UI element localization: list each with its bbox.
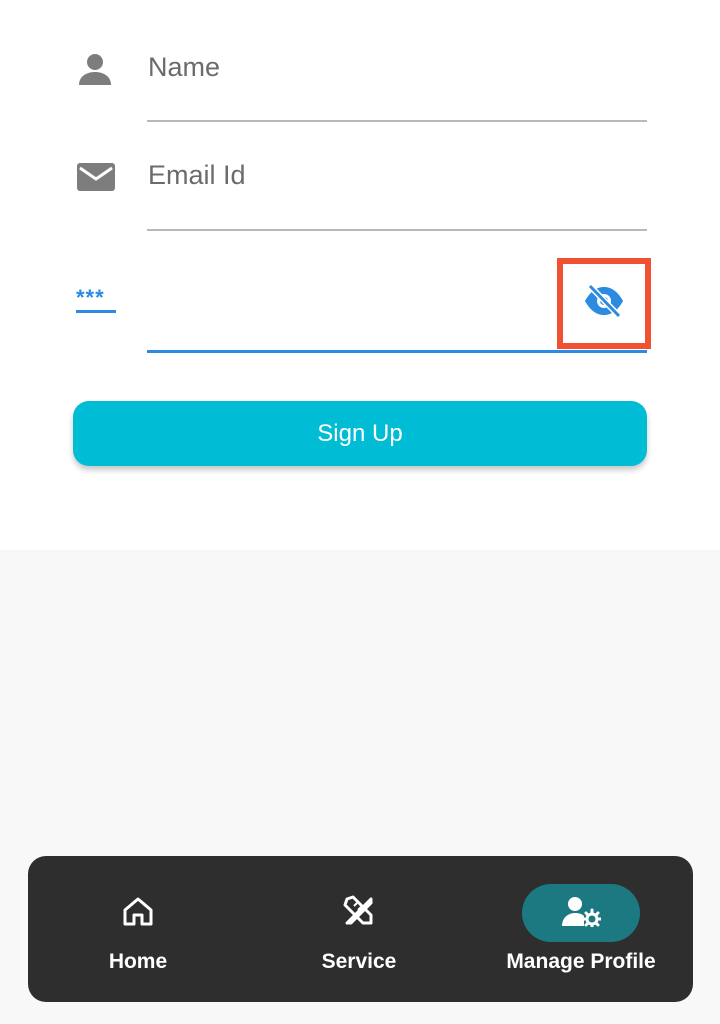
user-settings-icon — [561, 895, 603, 932]
name-placeholder: Name — [148, 52, 221, 82]
email-field[interactable]: Email Id — [0, 125, 720, 235]
person-icon — [76, 52, 114, 91]
nav-item-manage-profile[interactable]: Manage Profile — [481, 856, 681, 1002]
email-placeholder: Email Id — [148, 160, 246, 190]
service-tools-icon — [341, 893, 377, 934]
eye-off-icon — [582, 283, 626, 324]
password-input[interactable] — [148, 275, 548, 335]
password-icon: *** — [76, 285, 105, 310]
mail-icon — [76, 161, 116, 198]
name-field[interactable]: Name — [0, 0, 720, 125]
home-icon — [121, 895, 155, 932]
toggle-password-visibility-button[interactable] — [557, 258, 651, 349]
signup-form: Name Email Id *** Sign Up — [0, 0, 720, 550]
nav-label-service: Service — [321, 950, 397, 973]
nav-label-manage-profile: Manage Profile — [506, 950, 656, 973]
name-underline — [147, 120, 647, 122]
nav-item-home[interactable]: Home — [38, 856, 238, 1002]
password-field[interactable]: *** — [0, 235, 720, 360]
bottom-navigation-bar: Home Service Manage Profile — [28, 856, 693, 1002]
nav-label-home: Home — [108, 950, 168, 973]
nav-icon-active-pill — [522, 884, 640, 942]
password-underline — [147, 350, 647, 353]
nav-icon-container — [300, 884, 418, 942]
signup-screen: Name Email Id *** Sign Up Home Service M… — [0, 0, 720, 1024]
nav-item-service[interactable]: Service — [259, 856, 459, 1002]
password-icon-underline — [76, 310, 116, 313]
nav-icon-container — [79, 884, 197, 942]
sign-up-button[interactable]: Sign Up — [73, 401, 647, 466]
email-underline — [147, 229, 647, 231]
